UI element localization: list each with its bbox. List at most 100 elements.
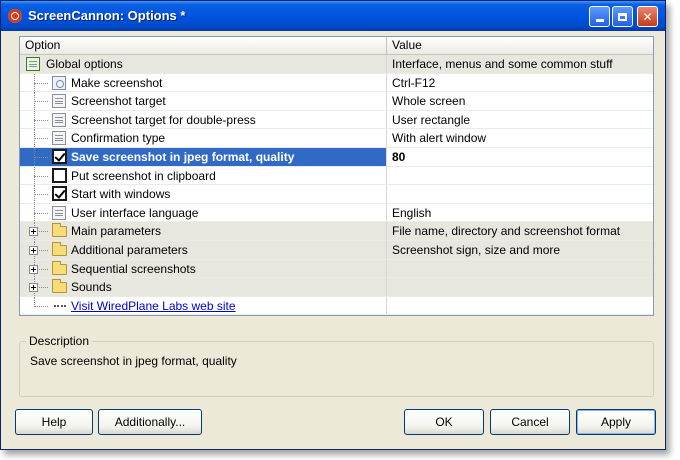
option-label: Additional parameters — [71, 242, 188, 257]
grid-header: Option Value — [20, 37, 653, 55]
option-label: User interface language — [71, 205, 199, 220]
checkbox-unchecked-icon[interactable] — [52, 167, 67, 183]
option-label: Main parameters — [71, 224, 162, 239]
option-label: Screenshot target for double-press — [71, 112, 256, 127]
checkbox-checked-icon[interactable] — [52, 148, 67, 164]
tree-line — [34, 175, 48, 177]
option-cell[interactable]: Confirmation type — [20, 129, 387, 147]
tree-line — [34, 101, 48, 103]
option-label: Screenshot target — [71, 94, 166, 109]
options-window: ScreenCannon: Options * ✕ Option Value G… — [0, 0, 666, 450]
folder-icon — [52, 241, 67, 256]
tree-line — [34, 305, 48, 307]
grid-row-sequential-screenshots[interactable]: Sequential screenshots — [20, 259, 653, 279]
property-icon — [52, 131, 66, 146]
value-cell[interactable]: Whole screen — [387, 92, 653, 110]
folder-icon — [52, 223, 67, 238]
grid-row-make-screenshot[interactable]: Make screenshot Ctrl-F12 — [20, 73, 653, 93]
grid-row-start-with-windows[interactable]: Start with windows — [20, 185, 653, 204]
grid-row-main-parameters[interactable]: Main parameters File name, directory and… — [20, 222, 653, 241]
grid-row-additional-parameters[interactable]: Additional parameters Screenshot sign, s… — [20, 240, 653, 260]
value-cell[interactable]: English — [387, 204, 653, 222]
value-cell[interactable]: User rectangle — [387, 111, 653, 129]
tree-line — [34, 156, 48, 158]
value-cell[interactable] — [387, 278, 653, 296]
expand-plus-icon[interactable] — [29, 227, 38, 237]
option-label: Start with windows — [71, 187, 171, 202]
option-cell[interactable]: Screenshot target — [20, 92, 387, 110]
apply-button[interactable]: Apply — [576, 409, 656, 435]
option-cell[interactable]: Additional parameters — [20, 240, 387, 259]
grid-row-save-jpeg-quality[interactable]: Save screenshot in jpeg format, quality … — [20, 147, 653, 167]
cancel-button[interactable]: Cancel — [490, 409, 570, 435]
option-cell[interactable]: Sequential screenshots — [20, 259, 387, 278]
description-legend: Description — [26, 334, 93, 348]
minimize-button[interactable] — [589, 6, 610, 27]
title-bar[interactable]: ScreenCannon: Options * ✕ — [1, 1, 665, 31]
option-cell[interactable]: Put screenshot in clipboard — [20, 166, 387, 185]
option-cell[interactable]: Make screenshot — [20, 73, 387, 92]
checklist-icon — [26, 57, 40, 71]
option-cell[interactable]: Sounds — [20, 278, 387, 296]
tree-line — [34, 296, 35, 306]
option-cell[interactable]: Save screenshot in jpeg format, quality — [20, 147, 387, 166]
value-cell[interactable]: File name, directory and screenshot form… — [387, 222, 653, 240]
option-cell[interactable]: Global options — [20, 55, 387, 73]
property-icon — [52, 205, 66, 220]
value-cell[interactable]: Interface, menus and some common stuff — [387, 55, 653, 73]
option-cell[interactable]: User interface language — [20, 203, 387, 222]
property-icon — [52, 112, 66, 127]
grid-row-visit-website[interactable]: Visit WiredPlane Labs web site — [20, 296, 653, 316]
link-dots-icon — [54, 303, 66, 307]
value-cell[interactable] — [387, 260, 653, 278]
gear-icon — [52, 75, 66, 90]
value-cell[interactable] — [387, 167, 653, 185]
option-cell[interactable]: Visit WiredPlane Labs web site — [20, 296, 387, 315]
column-header-option[interactable]: Option — [20, 37, 387, 54]
option-cell[interactable]: Start with windows — [20, 185, 387, 203]
option-label: Sounds — [71, 280, 112, 295]
column-header-value[interactable]: Value — [387, 37, 653, 54]
value-cell[interactable] — [387, 185, 653, 203]
value-cell[interactable]: Screenshot sign, size and more — [387, 241, 653, 259]
grid-row-screenshot-target[interactable]: Screenshot target Whole screen — [20, 92, 653, 111]
maximize-icon — [618, 12, 627, 21]
ok-button[interactable]: OK — [404, 409, 484, 435]
tree-line — [34, 82, 48, 84]
tree-line — [34, 194, 48, 196]
tree-line — [34, 138, 48, 140]
app-icon[interactable] — [8, 9, 22, 23]
option-cell[interactable]: Screenshot target for double-press — [20, 110, 387, 129]
expand-plus-icon[interactable] — [29, 245, 38, 255]
option-label: Sequential screenshots — [71, 261, 196, 276]
help-button[interactable]: Help — [15, 409, 93, 435]
option-label: Confirmation type — [71, 131, 166, 146]
option-cell[interactable]: Main parameters — [20, 222, 387, 240]
grid-row-global-options[interactable]: Global options Interface, menus and some… — [20, 55, 653, 74]
website-link[interactable]: Visit WiredPlane Labs web site — [70, 297, 386, 315]
grid-row-put-in-clipboard[interactable]: Put screenshot in clipboard — [20, 166, 653, 186]
grid-row-screenshot-target-double-press[interactable]: Screenshot target for double-press User … — [20, 110, 653, 130]
option-label: Save screenshot in jpeg format, quality — [70, 147, 386, 166]
value-cell[interactable]: Ctrl-F12 — [387, 74, 653, 92]
maximize-button[interactable] — [612, 6, 633, 27]
checkbox-checked-icon[interactable] — [52, 186, 67, 202]
expand-plus-icon[interactable] — [29, 283, 38, 293]
window-title: ScreenCannon: Options * — [28, 8, 186, 23]
grid-row-confirmation-type[interactable]: Confirmation type With alert window — [20, 129, 653, 148]
grid-row-ui-language[interactable]: User interface language English — [20, 203, 653, 223]
close-button[interactable]: ✕ — [637, 6, 658, 27]
option-label: Put screenshot in clipboard — [71, 168, 216, 183]
property-icon — [52, 94, 66, 109]
close-icon: ✕ — [642, 9, 653, 24]
description-group: Description Save screenshot in jpeg form… — [19, 334, 654, 397]
folder-icon — [52, 260, 67, 275]
value-cell[interactable]: With alert window — [387, 129, 653, 147]
value-cell — [387, 297, 653, 315]
value-cell[interactable]: 80 — [387, 148, 653, 166]
grid-row-sounds[interactable]: Sounds — [20, 278, 653, 297]
expand-plus-icon[interactable] — [29, 264, 38, 274]
description-text: Save screenshot in jpeg format, quality — [30, 354, 237, 368]
additionally-button[interactable]: Additionally... — [98, 409, 202, 435]
options-grid[interactable]: Option Value Global options Interface, m… — [19, 36, 654, 316]
